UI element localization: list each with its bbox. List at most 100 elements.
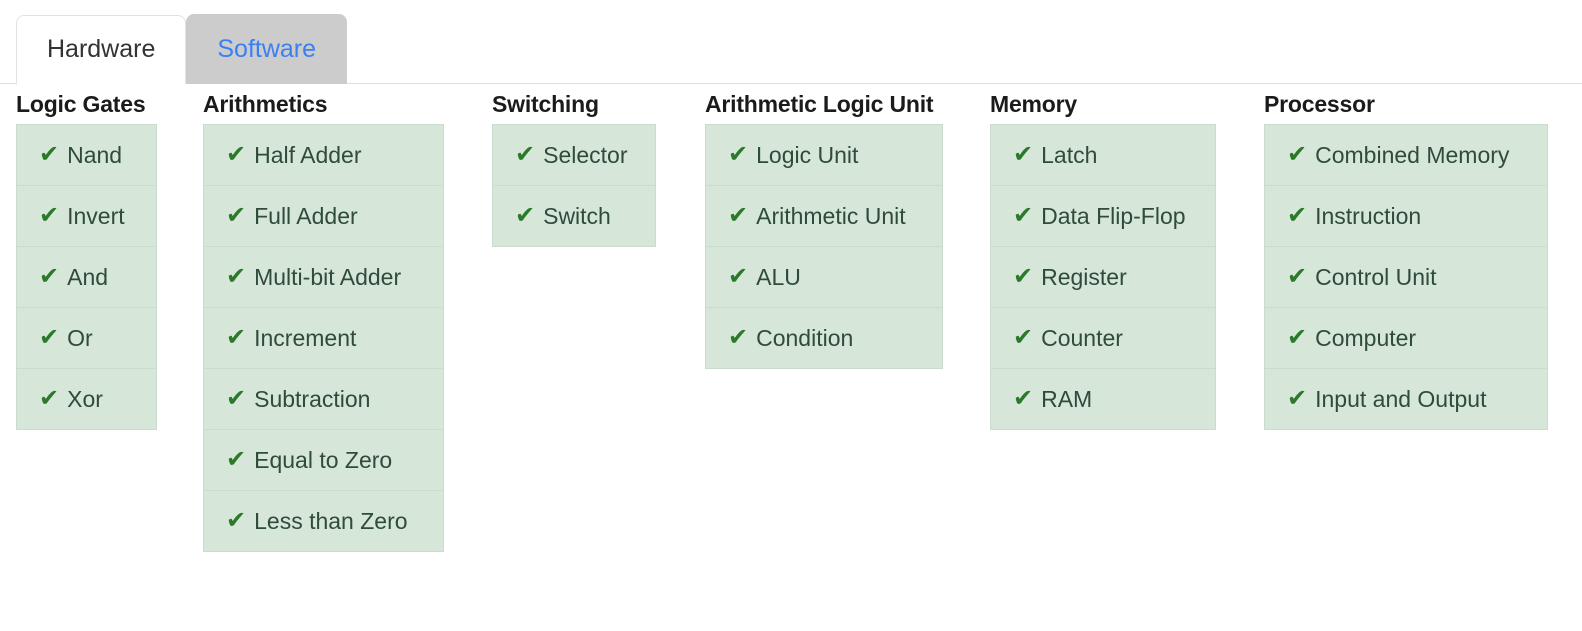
list-item[interactable]: ✔ Less than Zero xyxy=(204,491,443,552)
list-item[interactable]: ✔ Xor xyxy=(17,369,156,430)
list-item-label: Input and Output xyxy=(1315,385,1487,412)
module-list: ✔ Combined Memory ✔ Instruction ✔ Contro… xyxy=(1264,124,1548,430)
tab-hardware[interactable]: Hardware xyxy=(16,15,187,85)
list-item-label: Less than Zero xyxy=(254,507,408,534)
check-icon: ✔ xyxy=(1287,385,1308,412)
list-item[interactable]: ✔ Instruction xyxy=(1265,186,1547,247)
check-icon: ✔ xyxy=(226,141,247,168)
check-icon: ✔ xyxy=(226,263,247,290)
list-item-label: Or xyxy=(67,324,93,351)
column-arithmetics: Arithmetics ✔ Half Adder ✔ Full Adder ✔ … xyxy=(203,84,444,552)
list-item[interactable]: ✔ Counter xyxy=(991,308,1215,369)
list-item[interactable]: ✔ Switch xyxy=(493,186,655,247)
column-title: Processor xyxy=(1264,91,1375,117)
list-item-label: RAM xyxy=(1041,385,1093,412)
column-switching: Switching ✔ Selector ✔ Switch xyxy=(492,84,656,247)
list-item-label: Invert xyxy=(67,202,125,229)
list-item[interactable]: ✔ Equal to Zero xyxy=(204,430,443,491)
check-icon: ✔ xyxy=(1013,263,1034,290)
list-item[interactable]: ✔ Register xyxy=(991,247,1215,308)
column-logic-gates: Logic Gates ✔ Nand ✔ Invert ✔ And ✔ Or ✔… xyxy=(16,84,157,430)
module-list: ✔ Logic Unit ✔ Arithmetic Unit ✔ ALU ✔ C… xyxy=(705,124,943,369)
list-item[interactable]: ✔ Increment xyxy=(204,308,443,369)
list-item-label: Xor xyxy=(67,385,103,412)
list-item[interactable]: ✔ ALU xyxy=(706,247,942,308)
column-title: Switching xyxy=(492,91,599,117)
list-item-label: Selector xyxy=(543,141,628,168)
tab-list: Hardware Software xyxy=(16,14,348,85)
list-item-label: Equal to Zero xyxy=(254,446,393,473)
module-list: ✔ Latch ✔ Data Flip-Flop ✔ Register ✔ Co… xyxy=(990,124,1216,430)
list-item-label: Control Unit xyxy=(1315,263,1437,290)
list-item-label: Logic Unit xyxy=(756,141,859,168)
column-title: Logic Gates xyxy=(16,91,146,117)
check-icon: ✔ xyxy=(728,324,749,351)
list-item[interactable]: ✔ Input and Output xyxy=(1265,369,1547,430)
column-processor: Processor ✔ Combined Memory ✔ Instructio… xyxy=(1264,84,1548,430)
list-item-label: Register xyxy=(1041,263,1127,290)
check-icon: ✔ xyxy=(39,202,60,229)
list-item[interactable]: ✔ Control Unit xyxy=(1265,247,1547,308)
check-icon: ✔ xyxy=(226,507,247,534)
list-item-label: Switch xyxy=(543,202,611,229)
check-icon: ✔ xyxy=(1287,324,1308,351)
check-icon: ✔ xyxy=(1287,263,1308,290)
check-icon: ✔ xyxy=(515,202,536,229)
list-item-label: ALU xyxy=(756,263,801,290)
list-item[interactable]: ✔ RAM xyxy=(991,369,1215,430)
list-item[interactable]: ✔ Combined Memory xyxy=(1265,125,1547,186)
check-icon: ✔ xyxy=(1013,324,1034,351)
list-item-label: Arithmetic Unit xyxy=(756,202,906,229)
list-item-label: Data Flip-Flop xyxy=(1041,202,1186,229)
list-item-label: Increment xyxy=(254,324,357,351)
column-title: Arithmetics xyxy=(203,91,328,117)
list-item-label: Computer xyxy=(1315,324,1417,351)
list-item-label: Multi-bit Adder xyxy=(254,263,402,290)
list-item-label: Latch xyxy=(1041,141,1098,168)
tab-bar: Hardware Software xyxy=(0,0,1582,85)
check-icon: ✔ xyxy=(1287,202,1308,229)
list-item-label: Counter xyxy=(1041,324,1123,351)
check-icon: ✔ xyxy=(39,324,60,351)
list-item[interactable]: ✔ Latch xyxy=(991,125,1215,186)
check-icon: ✔ xyxy=(226,446,247,473)
list-item-label: Combined Memory xyxy=(1315,141,1510,168)
check-icon: ✔ xyxy=(1013,385,1034,412)
check-icon: ✔ xyxy=(1013,141,1034,168)
list-item[interactable]: ✔ Data Flip-Flop xyxy=(991,186,1215,247)
list-item[interactable]: ✔ And xyxy=(17,247,156,308)
check-icon: ✔ xyxy=(226,385,247,412)
list-item[interactable]: ✔ Nand xyxy=(17,125,156,186)
list-item[interactable]: ✔ Subtraction xyxy=(204,369,443,430)
check-icon: ✔ xyxy=(515,141,536,168)
tab-hardware-label: Hardware xyxy=(47,35,156,63)
check-icon: ✔ xyxy=(39,385,60,412)
check-icon: ✔ xyxy=(39,141,60,168)
list-item-label: Condition xyxy=(756,324,854,351)
list-item[interactable]: ✔ Full Adder xyxy=(204,186,443,247)
list-item[interactable]: ✔ Computer xyxy=(1265,308,1547,369)
list-item-label: Instruction xyxy=(1315,202,1422,229)
column-title: Arithmetic Logic Unit xyxy=(705,91,934,117)
check-icon: ✔ xyxy=(728,202,749,229)
list-item-label: Subtraction xyxy=(254,385,371,412)
check-icon: ✔ xyxy=(728,141,749,168)
list-item[interactable]: ✔ Logic Unit xyxy=(706,125,942,186)
list-item[interactable]: ✔ Or xyxy=(17,308,156,369)
list-item-label: And xyxy=(67,263,109,290)
check-icon: ✔ xyxy=(728,263,749,290)
list-item-label: Full Adder xyxy=(254,202,358,229)
list-item[interactable]: ✔ Multi-bit Adder xyxy=(204,247,443,308)
check-icon: ✔ xyxy=(226,324,247,351)
column-memory: Memory ✔ Latch ✔ Data Flip-Flop ✔ Regist… xyxy=(990,84,1216,430)
list-item[interactable]: ✔ Selector xyxy=(493,125,655,186)
list-item[interactable]: ✔ Condition xyxy=(706,308,942,369)
list-item[interactable]: ✔ Arithmetic Unit xyxy=(706,186,942,247)
tab-software-label: Software xyxy=(217,35,317,63)
list-item[interactable]: ✔ Invert xyxy=(17,186,156,247)
list-item[interactable]: ✔ Half Adder xyxy=(204,125,443,186)
check-icon: ✔ xyxy=(1013,202,1034,229)
check-icon: ✔ xyxy=(226,202,247,229)
module-board: Logic Gates ✔ Nand ✔ Invert ✔ And ✔ Or ✔… xyxy=(0,84,1582,631)
tab-software[interactable]: Software xyxy=(186,14,348,84)
